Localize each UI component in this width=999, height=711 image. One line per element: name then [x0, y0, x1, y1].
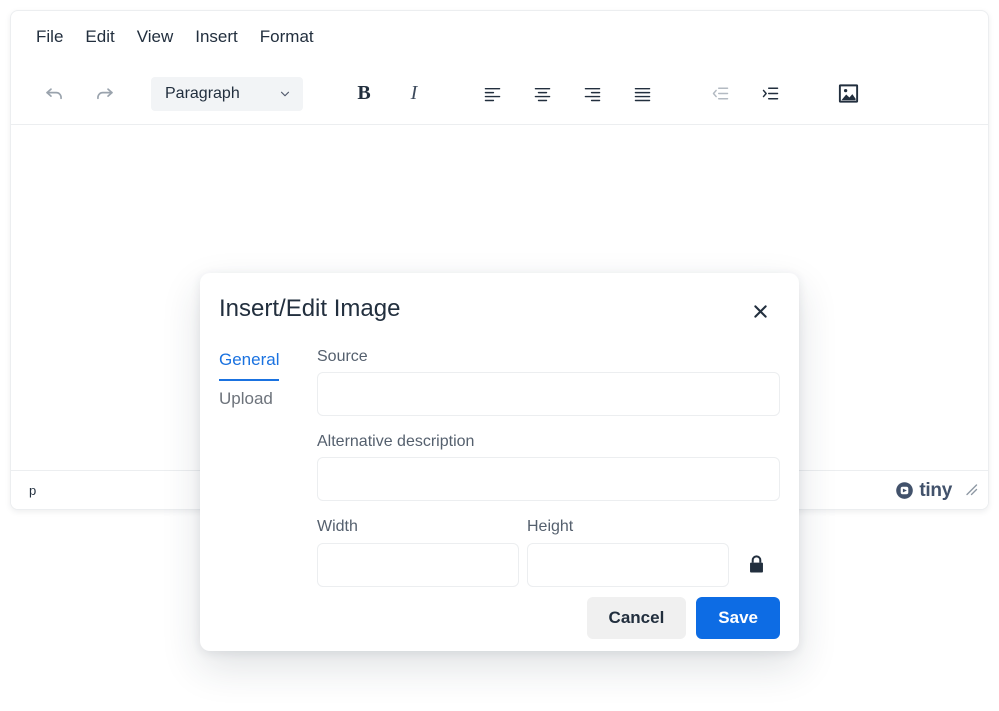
align-justify-button[interactable] [625, 77, 659, 111]
insert-edit-image-dialog: Insert/Edit Image General Upload Source [200, 273, 799, 651]
cancel-button[interactable]: Cancel [586, 596, 687, 639]
format-select[interactable]: Paragraph [151, 76, 303, 111]
height-field-group: Height [527, 517, 729, 587]
width-input[interactable] [317, 542, 519, 587]
align-left-icon [484, 87, 500, 102]
alt-label: Alternative description [317, 433, 475, 451]
dialog-header: Insert/Edit Image [200, 273, 799, 325]
dialog-title: Insert/Edit Image [219, 295, 401, 322]
align-left-button[interactable] [475, 77, 509, 111]
source-field-group: Source [317, 347, 780, 417]
align-justify-icon [634, 87, 650, 102]
italic-button[interactable]: I [397, 77, 431, 111]
align-center-icon [534, 87, 550, 102]
source-label: Source [317, 348, 368, 365]
undo-button[interactable] [37, 77, 71, 111]
dialog-close-button[interactable] [746, 297, 774, 325]
app-root: File Edit View Insert Format Paragraph B… [0, 0, 999, 711]
undo-icon [45, 88, 62, 100]
insert-image-button[interactable] [831, 77, 865, 111]
save-button[interactable]: Save [696, 596, 780, 639]
indent-button[interactable] [753, 77, 787, 111]
image-icon [838, 84, 858, 103]
bold-button[interactable]: B [347, 77, 381, 111]
redo-button[interactable] [87, 77, 121, 111]
menu-format[interactable]: Format [249, 22, 325, 52]
height-input[interactable] [527, 542, 729, 587]
lock-closed-icon [749, 555, 763, 573]
chevron-down-icon [280, 91, 290, 96]
tiny-brand-label: tiny [919, 479, 952, 501]
alt-field-group: Alternative description [317, 432, 780, 502]
toolbar: Paragraph B I [11, 63, 988, 125]
menu-file[interactable]: File [25, 22, 74, 52]
menu-insert[interactable]: Insert [184, 22, 249, 52]
format-select-value: Paragraph [165, 84, 240, 102]
dialog-footer: Cancel Save [200, 587, 799, 651]
menu-view[interactable]: View [126, 22, 185, 52]
menubar: File Edit View Insert Format [11, 11, 988, 63]
width-label: Width [317, 518, 358, 536]
outdent-icon [712, 87, 728, 100]
editor-resize-handle[interactable] [964, 482, 980, 498]
outdent-button[interactable] [703, 77, 737, 111]
tiny-logo-icon [896, 481, 914, 499]
dialog-form: Source Alternative description Width Hei… [299, 347, 780, 587]
alt-description-input[interactable] [317, 457, 780, 502]
tiny-branding-link[interactable]: tiny [895, 481, 952, 500]
source-input[interactable] [317, 372, 780, 417]
tab-upload[interactable]: Upload [219, 387, 273, 420]
align-right-icon [584, 87, 600, 102]
indent-icon [762, 87, 778, 100]
element-path[interactable]: p [29, 483, 36, 498]
tab-general[interactable]: General [219, 348, 280, 381]
constrain-proportions-button[interactable] [739, 543, 773, 587]
dialog-body: General Upload Source Alternative descri… [200, 325, 799, 587]
menu-edit[interactable]: Edit [74, 22, 125, 52]
close-icon [753, 304, 767, 318]
align-center-button[interactable] [525, 77, 559, 111]
resize-handle-icon [966, 484, 978, 496]
align-right-button[interactable] [575, 77, 609, 111]
redo-icon [96, 88, 113, 100]
width-field-group: Width [317, 517, 519, 587]
statusbar-right: tiny [895, 481, 980, 500]
height-label: Height [527, 518, 574, 536]
dimensions-row: Width Height [317, 517, 780, 587]
dialog-tab-list: General Upload [219, 347, 299, 587]
